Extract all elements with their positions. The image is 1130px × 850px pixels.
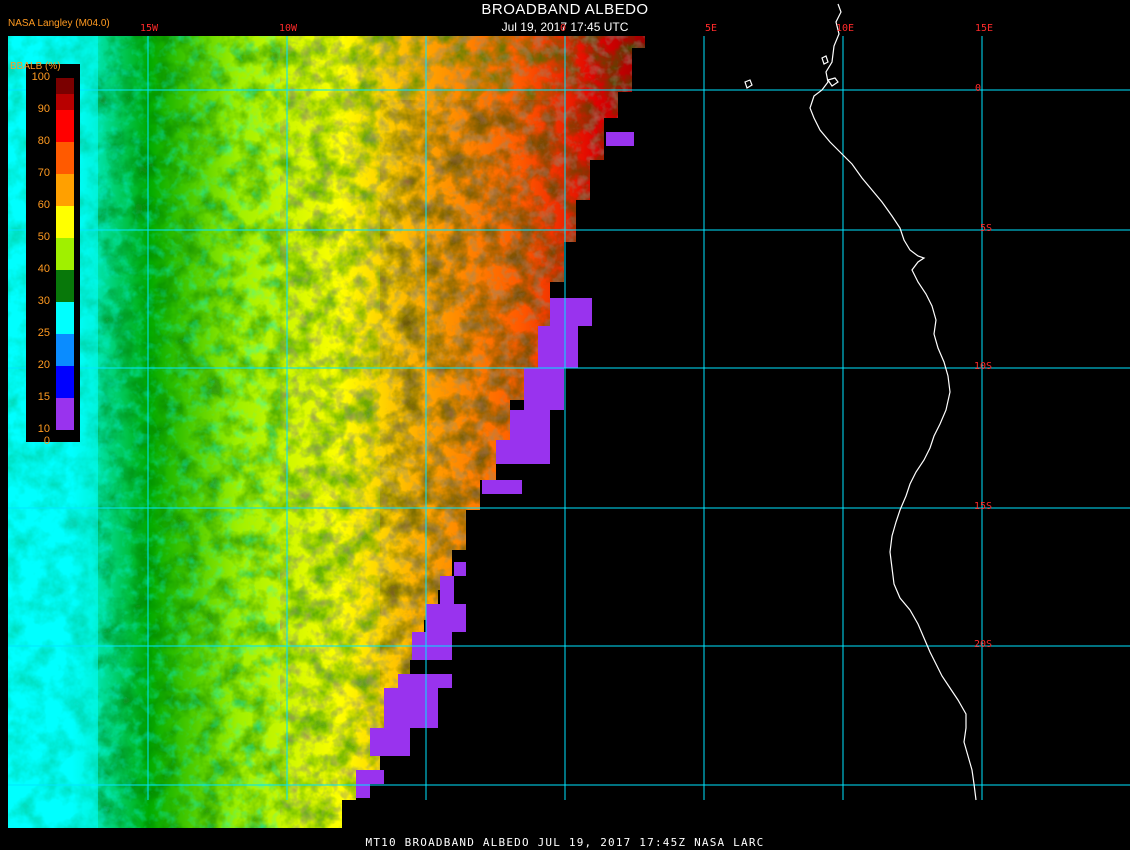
footer-caption: MT10 BROADBAND ALBEDO JUL 19, 2017 17:45… <box>365 836 765 849</box>
legend-swatch-10-15 <box>56 366 74 398</box>
lat-label-5s: 5S <box>980 223 993 234</box>
lat-label-10s: 10S <box>974 361 993 372</box>
cloud-albedo-field <box>8 36 645 828</box>
legend-tick-10: 10 <box>37 423 50 435</box>
legend-tick-80: 80 <box>37 135 50 147</box>
legend-tick-15: 15 <box>37 391 50 403</box>
legend-tick-90: 90 <box>37 103 50 115</box>
legend-swatch-70-80 <box>56 110 74 142</box>
map-title: BROADBAND ALBEDO <box>481 1 649 18</box>
lat-label-20s: 20S <box>974 639 993 650</box>
legend-tick-100: 100 <box>31 71 50 83</box>
legend-tick-60: 60 <box>37 199 50 211</box>
legend-swatch-20-25 <box>56 302 74 334</box>
legend-swatch-90-100 <box>56 78 74 94</box>
albedo-map-view: BROADBAND ALBEDO Jul 19, 2017 17:45 UTC … <box>0 0 1130 850</box>
lon-label-5e: 5E <box>705 23 718 34</box>
coastline <box>744 3 977 801</box>
legend-swatch-60-70 <box>56 142 74 174</box>
legend-tick-50: 50 <box>37 231 50 243</box>
lon-label-15w: 15W <box>140 23 159 34</box>
legend-tick-40: 40 <box>37 263 50 275</box>
lon-label-15e: 15E <box>975 23 994 34</box>
albedo-map <box>8 3 1130 828</box>
legend-swatch-40-50 <box>56 206 74 238</box>
legend-tick-0: 0 <box>43 435 50 447</box>
legend-tick-20: 20 <box>37 359 50 371</box>
lon-label-0: 0 <box>560 23 567 34</box>
legend-tick-30: 30 <box>37 295 50 307</box>
credit-label: NASA Langley (M04.0) <box>8 18 110 29</box>
legend-swatch-25-30 <box>56 270 74 302</box>
lat-label-15s: 15S <box>974 501 993 512</box>
legend-swatch-50-60 <box>56 174 74 206</box>
lon-label-10w: 10W <box>279 23 298 34</box>
legend-swatch-80-90 <box>56 94 74 110</box>
legend-tick-70: 70 <box>37 167 50 179</box>
lat-label-0: 0 <box>975 83 982 94</box>
legend-swatch-15-20 <box>56 334 74 366</box>
legend-swatch-30-40 <box>56 238 74 270</box>
legend-swatch-0-10 <box>56 398 74 430</box>
legend-tick-25: 25 <box>37 327 50 339</box>
lon-label-10e: 10E <box>836 23 855 34</box>
